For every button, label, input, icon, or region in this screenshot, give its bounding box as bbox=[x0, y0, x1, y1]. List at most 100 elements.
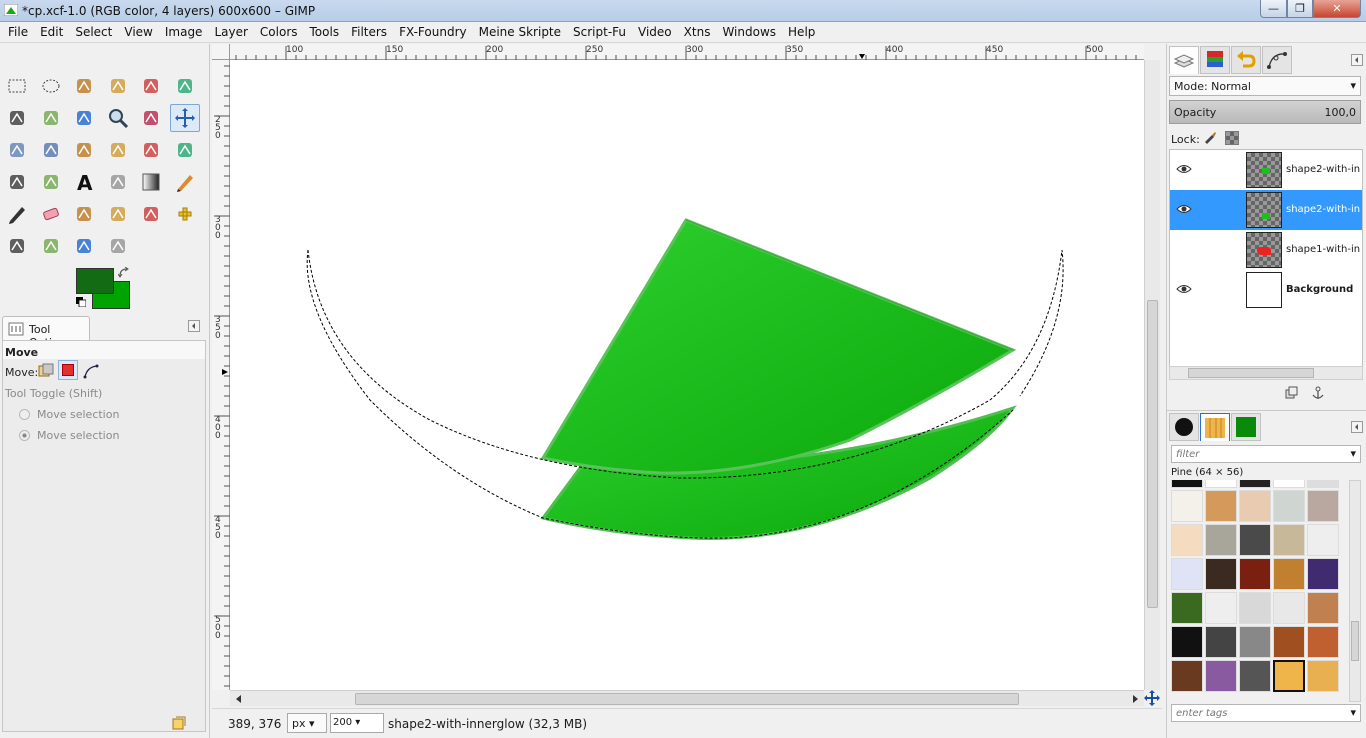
scroll-right-icon[interactable] bbox=[1130, 694, 1140, 704]
tool-crop-button[interactable] bbox=[36, 136, 66, 164]
tags-input[interactable]: enter tags ▾ bbox=[1171, 704, 1361, 722]
tool-pencil-button[interactable] bbox=[170, 168, 200, 196]
menu-help[interactable]: Help bbox=[782, 25, 821, 39]
tool-perspective-button[interactable] bbox=[170, 136, 200, 164]
tab-paths[interactable] bbox=[1262, 46, 1292, 74]
unit-dropdown[interactable]: px ▾ bbox=[287, 713, 327, 733]
tab-patterns[interactable] bbox=[1200, 413, 1230, 441]
tool-rotate-button[interactable] bbox=[69, 136, 99, 164]
configure-tab-icon[interactable] bbox=[1351, 421, 1363, 433]
tool-perspective-clone-button[interactable] bbox=[2, 232, 32, 260]
eye-icon[interactable] bbox=[1176, 202, 1192, 216]
pattern-swatch[interactable] bbox=[1239, 524, 1271, 556]
menu-edit[interactable]: Edit bbox=[34, 25, 69, 39]
tool-dodge-burn-button[interactable] bbox=[103, 232, 133, 260]
pattern-swatch[interactable] bbox=[1205, 490, 1237, 522]
menu-select[interactable]: Select bbox=[69, 25, 118, 39]
tool-blur-sharpen-button[interactable] bbox=[36, 232, 66, 260]
pattern-swatch[interactable] bbox=[1239, 626, 1271, 658]
swap-colors-icon[interactable] bbox=[118, 267, 130, 279]
close-button[interactable]: ✕ bbox=[1313, 0, 1361, 18]
pattern-swatch[interactable] bbox=[1205, 660, 1237, 692]
configure-tab-icon[interactable] bbox=[188, 320, 200, 332]
tool-fuzzy-select-button[interactable] bbox=[103, 72, 133, 100]
pattern-swatch[interactable] bbox=[1273, 524, 1305, 556]
pattern-swatch[interactable] bbox=[1205, 480, 1237, 488]
vertical-scroll-thumb[interactable] bbox=[1147, 300, 1158, 608]
menu-layer[interactable]: Layer bbox=[208, 25, 253, 39]
tool-align-button[interactable] bbox=[2, 136, 32, 164]
tool-zoom-button[interactable] bbox=[103, 104, 133, 132]
horizontal-scrollbar[interactable] bbox=[230, 690, 1144, 706]
layers-hscroll-thumb[interactable] bbox=[1188, 368, 1314, 378]
pattern-swatch-selected[interactable] bbox=[1273, 660, 1305, 692]
tool-scale-button[interactable] bbox=[103, 136, 133, 164]
tool-cage-transform-button[interactable] bbox=[36, 168, 66, 196]
tool-free-select-button[interactable] bbox=[69, 72, 99, 100]
tool-select-by-color-button[interactable] bbox=[136, 72, 166, 100]
move-layer-icon[interactable] bbox=[38, 363, 54, 379]
tool-flip-button[interactable] bbox=[2, 168, 32, 196]
pattern-swatch[interactable] bbox=[1307, 592, 1339, 624]
lock-alpha-icon[interactable] bbox=[1225, 131, 1239, 145]
tool-shear-button[interactable] bbox=[136, 136, 166, 164]
pattern-swatch[interactable] bbox=[1239, 480, 1271, 488]
menu-windows[interactable]: Windows bbox=[716, 25, 782, 39]
opacity-slider[interactable]: Opacity 100,0 bbox=[1169, 100, 1361, 124]
minimize-button[interactable]: — bbox=[1260, 0, 1287, 18]
configure-tab-icon[interactable] bbox=[1351, 54, 1363, 66]
pattern-swatch[interactable] bbox=[1171, 626, 1203, 658]
layers-hscrollbar[interactable] bbox=[1169, 366, 1363, 380]
horizontal-scroll-thumb[interactable] bbox=[355, 693, 1019, 705]
layer-row-selected[interactable]: shape2-with-inne bbox=[1170, 190, 1362, 230]
pattern-swatch[interactable] bbox=[1205, 592, 1237, 624]
pattern-swatch[interactable] bbox=[1171, 480, 1203, 488]
pattern-swatch[interactable] bbox=[1273, 480, 1305, 488]
menu-meine-skripte[interactable]: Meine Skripte bbox=[473, 25, 567, 39]
layer-row[interactable]: shape1-with-inne bbox=[1170, 230, 1362, 270]
menu-fx-foundry[interactable]: FX-Foundry bbox=[393, 25, 473, 39]
tool-blend-button[interactable] bbox=[136, 168, 166, 196]
move-path-icon[interactable] bbox=[83, 363, 99, 379]
move-selection-toggle[interactable] bbox=[58, 360, 78, 380]
tool-airbrush-button[interactable] bbox=[69, 200, 99, 228]
pattern-swatch[interactable] bbox=[1171, 660, 1203, 692]
tool-text-button[interactable]: A bbox=[69, 168, 99, 196]
pattern-scroll-thumb[interactable] bbox=[1351, 621, 1359, 661]
pattern-swatch[interactable] bbox=[1239, 660, 1271, 692]
tool-bucket-fill-button[interactable] bbox=[103, 168, 133, 196]
navigate-icon[interactable] bbox=[1144, 690, 1160, 706]
menu-filters[interactable]: Filters bbox=[345, 25, 393, 39]
pattern-swatch[interactable] bbox=[1273, 558, 1305, 590]
default-colors-icon[interactable] bbox=[76, 297, 86, 307]
menu-file[interactable]: File bbox=[2, 25, 34, 39]
zoom-dropdown[interactable]: 200 ▾ bbox=[330, 713, 384, 733]
eye-icon[interactable] bbox=[1176, 282, 1192, 296]
anchor-layer-icon[interactable] bbox=[1311, 386, 1325, 400]
eye-icon[interactable] bbox=[1176, 162, 1192, 176]
tool-foreground-select-button[interactable] bbox=[2, 104, 32, 132]
pattern-scrollbar[interactable] bbox=[1349, 480, 1361, 702]
pattern-swatch[interactable] bbox=[1273, 490, 1305, 522]
menu-view[interactable]: View bbox=[118, 25, 158, 39]
tab-layers[interactable] bbox=[1169, 46, 1199, 74]
pattern-swatch[interactable] bbox=[1171, 592, 1203, 624]
pattern-swatch[interactable] bbox=[1307, 626, 1339, 658]
pattern-swatch[interactable] bbox=[1171, 490, 1203, 522]
pattern-swatch[interactable] bbox=[1239, 558, 1271, 590]
tool-smudge-button[interactable] bbox=[69, 232, 99, 260]
foreground-color-swatch[interactable] bbox=[76, 268, 114, 294]
tab-gradients[interactable] bbox=[1231, 413, 1261, 441]
tool-measure-button[interactable] bbox=[136, 104, 166, 132]
menu-video[interactable]: Video bbox=[632, 25, 678, 39]
maximize-button[interactable]: ❐ bbox=[1287, 0, 1313, 18]
pattern-swatch[interactable] bbox=[1239, 592, 1271, 624]
tool-paths-button[interactable] bbox=[36, 104, 66, 132]
layer-row[interactable]: Background bbox=[1170, 270, 1362, 310]
pattern-swatch[interactable] bbox=[1307, 524, 1339, 556]
pattern-swatch[interactable] bbox=[1205, 626, 1237, 658]
tool-eraser-button[interactable] bbox=[36, 200, 66, 228]
tool-heal-button[interactable] bbox=[170, 200, 200, 228]
duplicate-layer-icon[interactable] bbox=[1285, 386, 1299, 400]
scroll-left-icon[interactable] bbox=[234, 694, 244, 704]
